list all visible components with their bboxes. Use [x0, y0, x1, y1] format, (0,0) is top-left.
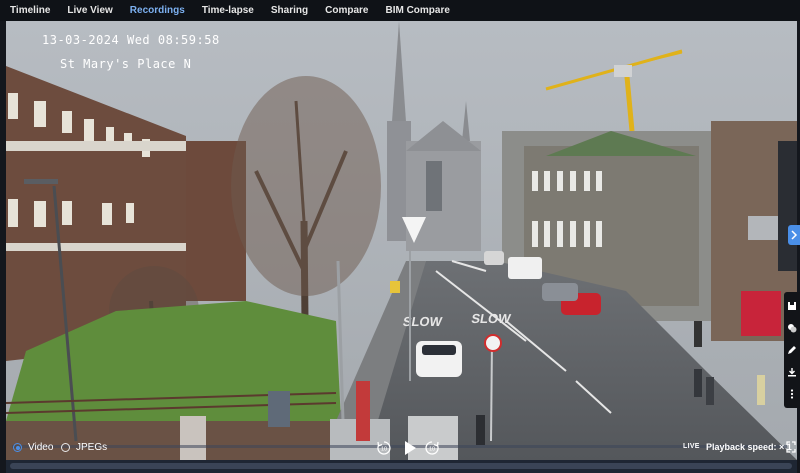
top-nav: Timeline Live View Recordings Time-lapse…	[0, 0, 800, 21]
more-icon	[790, 389, 794, 399]
rewind-seconds: 10	[381, 447, 387, 453]
horizontal-scrollbar[interactable]	[6, 460, 797, 473]
tab-timeline[interactable]: Timeline	[10, 5, 50, 16]
edit-icon	[788, 346, 796, 354]
jpegs-radio[interactable]	[61, 443, 70, 452]
more-button[interactable]	[786, 388, 798, 400]
playback-scrub-bar[interactable]	[12, 445, 787, 448]
rewind-10-icon: 10	[377, 441, 391, 455]
live-label[interactable]: LIVE	[683, 443, 700, 450]
tab-bim-compare[interactable]: BIM Compare	[385, 5, 449, 16]
jpegs-label: JPEGs	[76, 442, 108, 453]
camera-frame[interactable]: SLOW SLOW 13-03-2024 Wed 08:59:58 St Mar…	[6, 21, 797, 460]
layers-icon	[788, 324, 797, 333]
tab-time-lapse[interactable]: Time-lapse	[202, 5, 254, 16]
side-toolbar	[784, 292, 800, 408]
tab-sharing[interactable]: Sharing	[271, 5, 308, 16]
expand-panel-button[interactable]	[788, 225, 800, 245]
camera-location: St Mary's Place N	[60, 57, 192, 71]
forward-10-icon: 10	[425, 441, 439, 455]
forward-10-button[interactable]: 10	[424, 440, 440, 456]
video-label: Video	[28, 442, 54, 453]
forward-seconds: 10	[429, 447, 435, 453]
download-button[interactable]	[786, 366, 798, 378]
scrollbar-thumb[interactable]	[10, 463, 792, 469]
save-button[interactable]	[786, 300, 798, 312]
camera-timestamp: 13-03-2024 Wed 08:59:58	[42, 33, 220, 47]
video-radio[interactable]	[13, 443, 22, 452]
tab-compare[interactable]: Compare	[325, 5, 368, 16]
download-icon	[788, 368, 796, 377]
layers-button[interactable]	[786, 322, 798, 334]
chevron-right-icon	[791, 230, 798, 240]
play-button[interactable]	[401, 439, 419, 457]
road-marking-slow-right: SLOW	[470, 311, 512, 326]
rewind-10-button[interactable]: 10	[376, 440, 392, 456]
fullscreen-icon	[786, 441, 796, 453]
camera-scene: SLOW SLOW	[6, 21, 797, 460]
road-marking-slow-left: SLOW	[402, 314, 444, 329]
edit-button[interactable]	[786, 344, 798, 356]
playback-speed[interactable]: Playback speed: × 1	[706, 442, 792, 452]
fullscreen-button[interactable]	[786, 440, 796, 453]
mode-video-option[interactable]: Video	[13, 442, 53, 453]
save-icon	[788, 302, 796, 310]
tab-live-view[interactable]: Live View	[67, 5, 112, 16]
tab-recordings[interactable]: Recordings	[130, 5, 185, 16]
play-icon	[405, 441, 416, 455]
mode-jpegs-option[interactable]: JPEGs	[61, 442, 107, 453]
